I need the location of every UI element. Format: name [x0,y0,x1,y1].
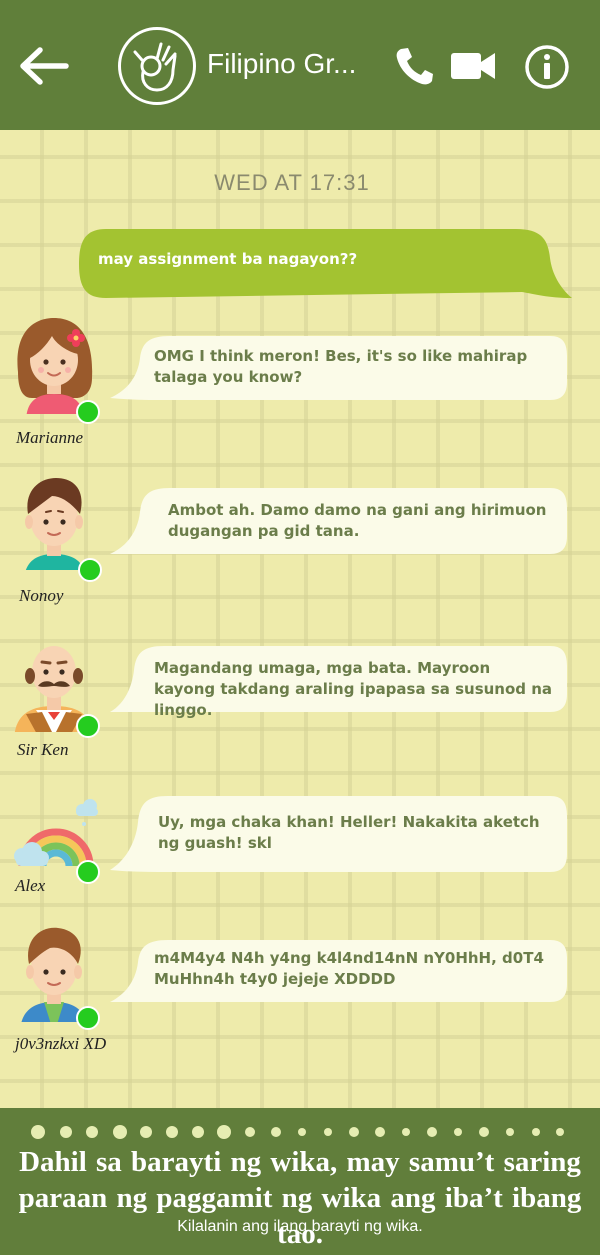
phone-icon [396,48,433,85]
online-indicator [76,714,100,738]
message-bubble[interactable]: Uy, mga chaka khan! Heller! Nakakita ake… [110,794,568,874]
online-indicator [76,1006,100,1030]
girl-with-flower-avatar [17,318,93,422]
boy-avatar [24,478,86,582]
chat-title[interactable]: Filipino Gr... [207,44,379,84]
online-indicator [76,860,100,884]
message-text: Magandang umaga, mga bata. Mayroon kayon… [154,659,553,719]
message-bubble[interactable]: OMG I think meron! Bes, it's so like mah… [110,334,568,402]
message-text: m4M4y4 N4h y4ng k4l4nd14nN nY0HhH, d0T4 … [154,949,544,988]
message-text: Ambot ah. Damo damo na gani ang hirimuon… [168,501,547,540]
online-indicator [78,558,102,582]
sent-message-text: may assignment ba nagayon?? [98,250,358,268]
info-icon [525,45,569,89]
group-avatar[interactable] [118,27,196,105]
footer-title-line-1: Dahil sa barayti ng wika, may samu’t sar… [19,1146,581,1178]
info-button[interactable] [524,44,570,90]
online-indicator [76,400,100,424]
sender-name: j0v3nzkxi XD [15,1034,107,1053]
avatar-nonoy[interactable] [12,470,100,582]
video-call-button[interactable] [449,48,497,84]
call-button[interactable] [392,44,436,88]
sender-name: Alex [15,876,46,895]
footer-subtitle: Kilalanin ang ilang barayti ng wika. [177,1218,423,1235]
sender-name: Nonoy [19,586,64,605]
message-bubble[interactable]: Ambot ah. Damo damo na gani ang hirimuon… [110,486,568,556]
message-bubble[interactable]: m4M4y4 N4h y4ng k4l4nd14nN nY0HhH, d0T4 … [110,938,568,1004]
chat-header: Filipino Gr... [0,0,600,130]
chat-timestamp: WED AT 17:31 [214,170,370,195]
message-text: OMG I think meron! Bes, it's so like mah… [154,347,528,386]
avatar-marianne[interactable] [12,314,100,422]
dots-decoration [31,1125,564,1139]
ok-hand-icon [133,42,177,92]
sender-name: Marianne [16,428,84,447]
back-button[interactable] [14,42,72,90]
footer-title-line-2: paraan ng paggamit ng wika ang iba’t iba… [18,1182,582,1250]
sender-name: Sir Ken [17,740,69,759]
arrow-left-icon [20,47,69,85]
message-bubble[interactable]: Magandang umaga, mga bata. Mayroon kayon… [110,644,568,719]
message-text: Uy, mga chaka khan! Heller! Nakakita ake… [158,813,540,852]
sent-message-bubble[interactable]: may assignment ba nagayon?? [78,228,572,300]
video-camera-icon [451,53,495,79]
